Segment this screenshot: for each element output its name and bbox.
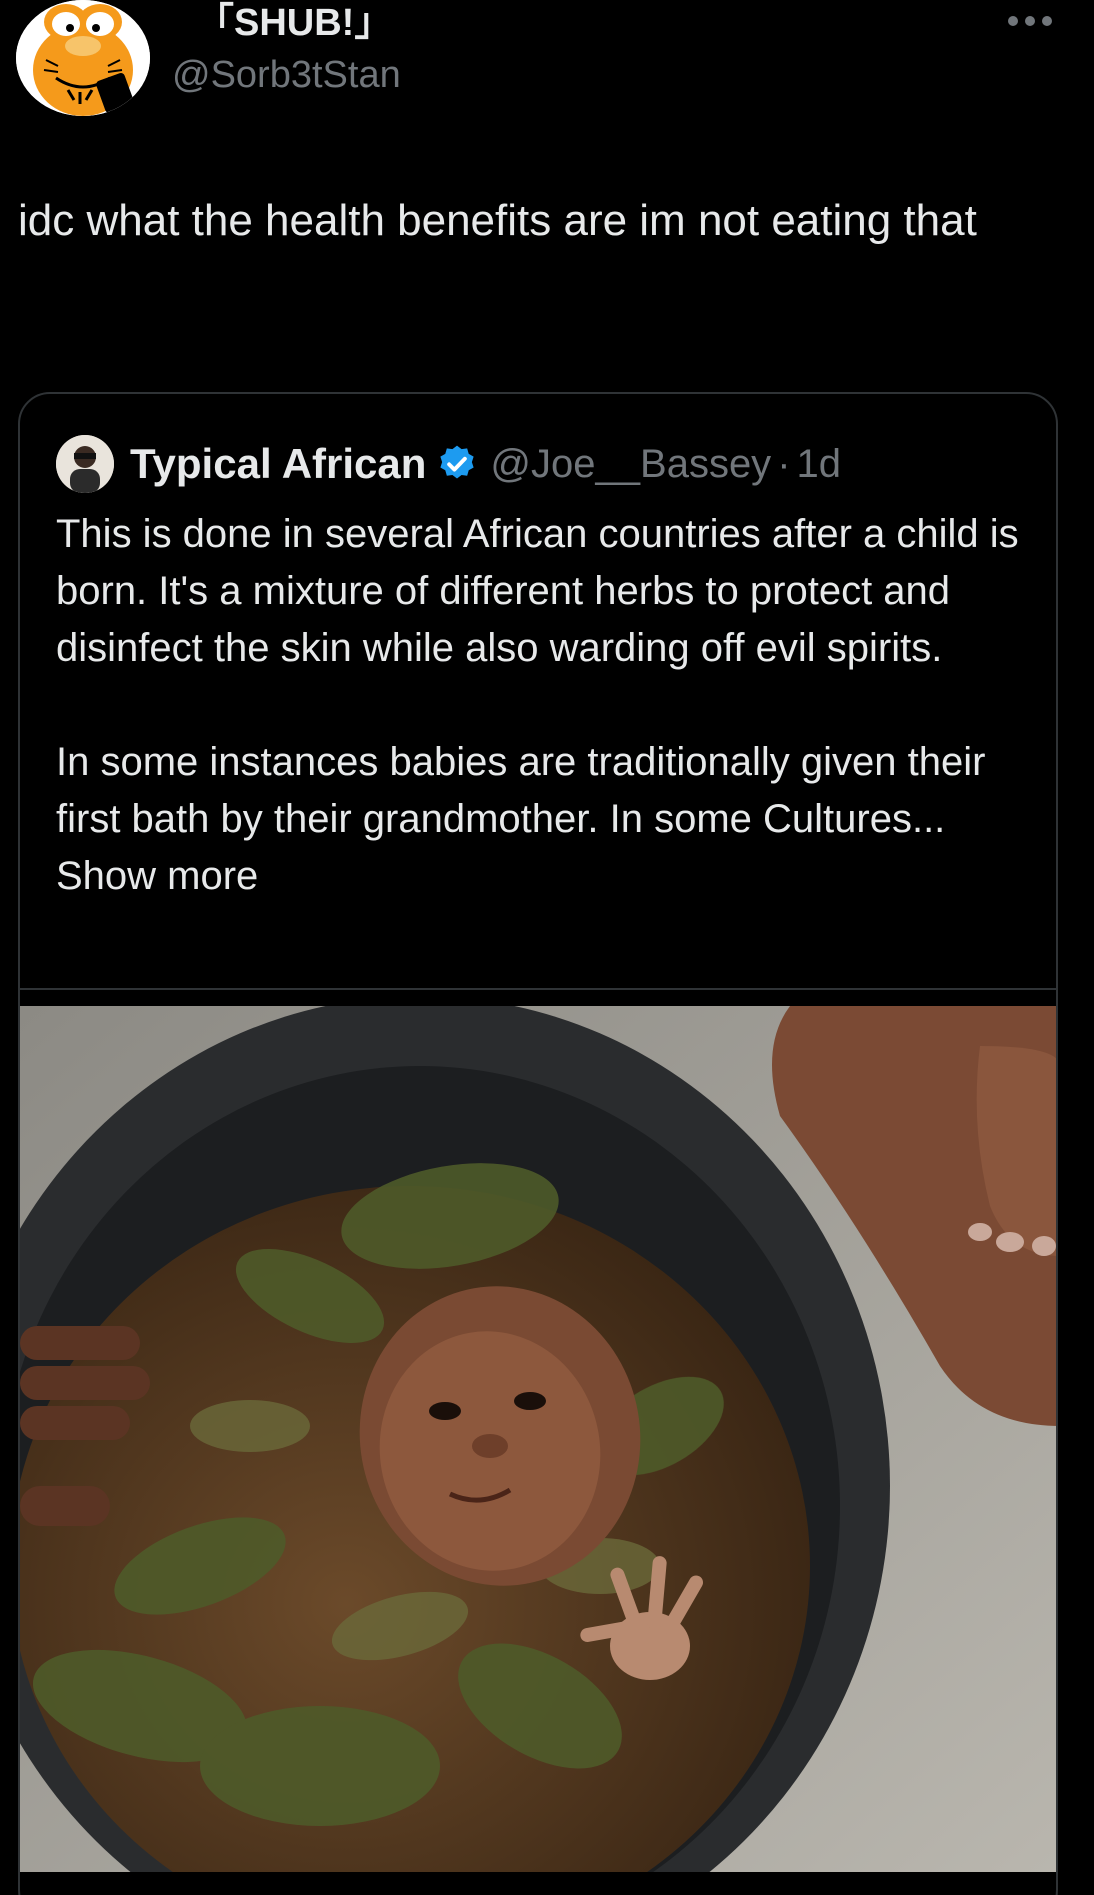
verified-badge-icon (440, 445, 475, 479)
quoted-tweet-divider (20, 988, 1056, 990)
quoted-paragraph-2-text: In some instances babies are traditional… (56, 740, 986, 841)
quoted-user-name[interactable]: Typical African (130, 440, 426, 488)
user-handle[interactable]: @Sorb3tStan (172, 52, 401, 98)
tweet-text: idc what the health benefits are im not … (18, 196, 977, 245)
quoted-tweet-header: Typical African @Joe__Bassey · 1d (56, 432, 841, 496)
show-more-link[interactable]: Show more (56, 854, 258, 898)
quoted-tweet-text: This is done in several African countrie… (56, 506, 1036, 905)
tweet-page: 「SHUB!」 @Sorb3tStan idc what the health … (0, 0, 1094, 1895)
time-separator: · (777, 441, 791, 486)
display-name[interactable]: 「SHUB!」 (196, 0, 392, 46)
quoted-tweet-card[interactable]: Typical African @Joe__Bassey · 1d This i… (18, 392, 1058, 1895)
quoted-user-handle[interactable]: @Joe__Bassey (490, 442, 771, 487)
more-dots-icon[interactable] (1006, 14, 1054, 28)
garfield-avatar-icon[interactable] (16, 0, 150, 116)
quoted-user-avatar[interactable] (56, 435, 114, 493)
baby-herbal-bath-photo[interactable] (20, 1006, 1056, 1872)
quoted-paragraph-2: In some instances babies are traditional… (56, 734, 1036, 905)
quoted-paragraph-1: This is done in several African countrie… (56, 512, 1019, 670)
quoted-tweet-time[interactable]: 1d (797, 442, 842, 487)
